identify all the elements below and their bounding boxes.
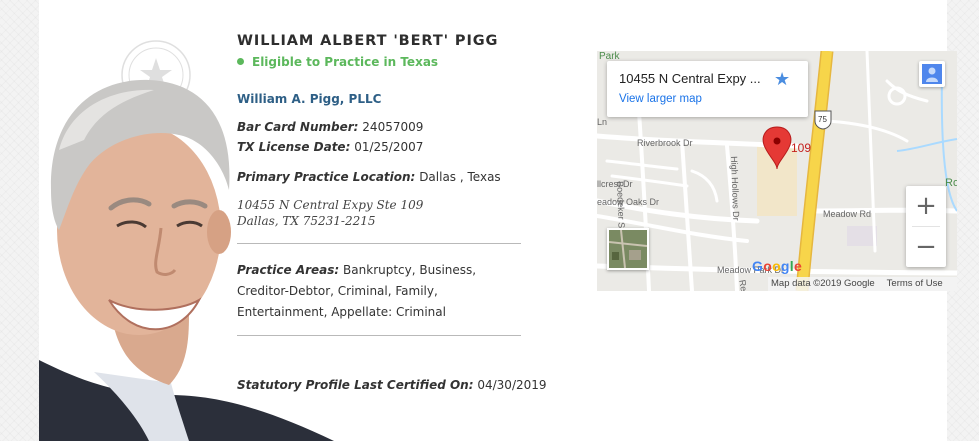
license-date-row: TX License Date: 01/25/2007 (237, 140, 423, 154)
google-logo: Google (752, 258, 803, 274)
zoom-out-button[interactable]: − (906, 227, 946, 267)
street-view-pegman-icon[interactable] (919, 61, 945, 87)
divider (237, 335, 521, 336)
status-dot-icon (237, 58, 244, 65)
address-line-1: 10455 N Central Expy Ste 109 (237, 198, 424, 212)
certified-value: 04/30/2019 (477, 378, 547, 392)
zoom-in-button[interactable]: + (906, 186, 946, 226)
pin-label: 109 (791, 141, 812, 155)
eligibility-status: Eligible to Practice in Texas (237, 55, 438, 69)
certified-label: Statutory Profile Last Certified On: (237, 378, 474, 392)
satellite-thumbnail-icon (609, 230, 647, 268)
map-attribution: Map data ©2019 Google Terms of Use (768, 277, 957, 291)
practice-areas-label: Practice Areas: (237, 263, 340, 277)
satellite-toggle-button[interactable] (607, 228, 649, 270)
street-label: Meadow Rd (823, 209, 872, 219)
attorney-name: WILLIAM ALBERT 'BERT' PIGG (237, 33, 499, 49)
street-label: Ro (945, 177, 957, 189)
eligibility-text: Eligible to Practice in Texas (252, 55, 439, 69)
license-date-label: TX License Date: (237, 140, 351, 154)
license-date-value: 01/25/2007 (354, 140, 424, 154)
street-label: eadow Oaks Dr (597, 197, 660, 207)
practice-areas: Practice Areas: Bankruptcy, Business, Cr… (237, 260, 527, 323)
practice-location-label: Primary Practice Location: (237, 170, 416, 184)
practice-location-row: Primary Practice Location: Dallas , Texa… (237, 170, 501, 184)
highway-number: 75 (818, 115, 827, 124)
practice-location-value: Dallas , Texas (419, 170, 501, 184)
street-label: Riverbrook Dr (637, 138, 693, 148)
certified-row: Statutory Profile Last Certified On: 04/… (237, 378, 547, 392)
map-data-credit: Map data ©2019 Google (771, 278, 875, 289)
divider (237, 243, 521, 244)
zoom-controls: + − (906, 186, 946, 267)
firm-name: William A. Pigg, PLLC (237, 92, 382, 106)
bar-card-row: Bar Card Number: 24057009 (237, 120, 423, 134)
terms-of-use-link[interactable]: Terms of Use (887, 278, 943, 289)
view-larger-map-link[interactable]: View larger map (619, 93, 702, 105)
place-card: 10455 N Central Expy ... ★ View larger m… (607, 61, 808, 117)
street-label: Ln (597, 117, 608, 127)
location-map[interactable]: Park Ln Riverbrook Dr llcrest Dr Boedeke… (597, 51, 957, 291)
save-star-icon[interactable]: ★ (774, 69, 790, 90)
bar-card-value: 24057009 (362, 120, 424, 134)
address-line-2: Dallas, TX 75231-2215 (237, 214, 376, 228)
bar-card-label: Bar Card Number: (237, 120, 359, 134)
place-title: 10455 N Central Expy ... (619, 71, 761, 86)
street-label: Re (737, 279, 749, 291)
